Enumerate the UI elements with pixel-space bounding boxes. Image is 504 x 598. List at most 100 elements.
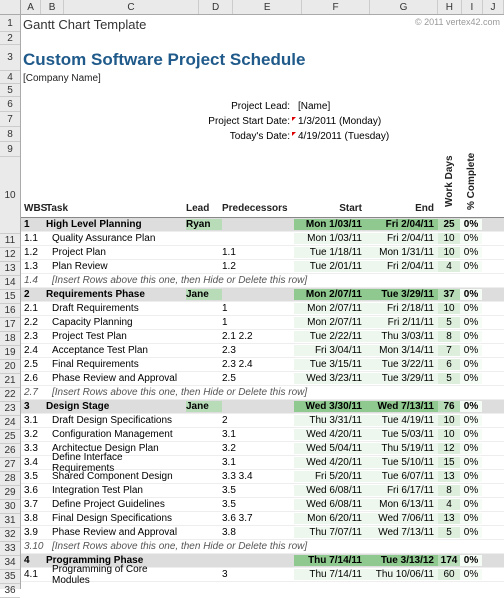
row-30[interactable]: 30 bbox=[0, 500, 20, 514]
col-E[interactable]: E bbox=[233, 0, 302, 14]
cell-pct[interactable]: 0% bbox=[460, 555, 482, 566]
cell-start[interactable]: Mon 2/07/11 bbox=[294, 317, 366, 328]
cell-task[interactable]: Shared Component Design bbox=[46, 471, 186, 482]
hdr-task[interactable]: Task bbox=[46, 203, 186, 217]
cell-task[interactable]: Define Project Guidelines bbox=[46, 499, 186, 510]
cell-end[interactable]: Thu 3/03/11 bbox=[366, 331, 438, 342]
cell-end[interactable]: Tue 3/13/12 bbox=[366, 555, 438, 566]
col-H[interactable]: H bbox=[438, 0, 462, 14]
cell-pct[interactable]: 0% bbox=[460, 289, 482, 300]
table-row[interactable]: 1.4[Insert Rows above this one, then Hid… bbox=[21, 274, 504, 288]
cell-wbs[interactable]: 2.5 bbox=[21, 359, 46, 370]
cell-days[interactable]: 5 bbox=[438, 317, 460, 328]
cell-wbs[interactable]: 1.4 bbox=[21, 275, 46, 286]
cell-predecessors[interactable]: 3.5 bbox=[222, 485, 294, 496]
cell-start[interactable]: Mon 2/07/11 bbox=[294, 289, 366, 300]
cell-task[interactable]: Draft Design Specifications bbox=[46, 415, 186, 426]
cell-start[interactable]: Tue 1/18/11 bbox=[294, 247, 366, 258]
table-row[interactable]: 3.8Final Design Specifications3.6 3.7Mon… bbox=[21, 512, 504, 526]
table-row[interactable]: 3.4Define Interface Requirements3.1Wed 4… bbox=[21, 456, 504, 470]
cell-days[interactable]: 13 bbox=[438, 471, 460, 482]
cell-predecessors[interactable]: 1 bbox=[222, 303, 294, 314]
row-34[interactable]: 34 bbox=[0, 556, 20, 570]
cell-predecessors[interactable]: 3.6 3.7 bbox=[222, 513, 294, 524]
cell-predecessors[interactable]: 2.5 bbox=[222, 373, 294, 384]
start-date-value[interactable]: 1/3/2011 (Monday) bbox=[294, 116, 381, 127]
cell-days[interactable]: 37 bbox=[438, 289, 460, 300]
cell-end[interactable]: Thu 10/06/11 bbox=[366, 569, 438, 580]
cell-end[interactable]: Fri 6/17/11 bbox=[366, 485, 438, 496]
table-row[interactable]: 1High Level PlanningRyanMon 1/03/11Fri 2… bbox=[21, 218, 504, 232]
cell-start[interactable]: Mon 1/03/11 bbox=[294, 233, 366, 244]
cell-wbs[interactable]: 2.2 bbox=[21, 317, 46, 328]
row-13[interactable]: 13 bbox=[0, 262, 20, 276]
cell-predecessors[interactable]: 3 bbox=[222, 569, 294, 580]
row-17[interactable]: 17 bbox=[0, 318, 20, 332]
row-15[interactable]: 15 bbox=[0, 290, 20, 304]
cell-pct[interactable]: 0% bbox=[460, 317, 482, 328]
table-row[interactable]: 1.3Plan Review1.2Tue 2/01/11Fri 2/04/114… bbox=[21, 260, 504, 274]
cell-end[interactable]: Mon 6/13/11 bbox=[366, 499, 438, 510]
cell-predecessors[interactable]: 3.5 bbox=[222, 499, 294, 510]
cell-task[interactable]: Final Design Specifications bbox=[46, 513, 186, 524]
hdr-work-days[interactable]: Work Days bbox=[438, 151, 460, 217]
hdr-end[interactable]: End bbox=[366, 203, 438, 217]
table-row[interactable]: 1.1Quality Assurance PlanMon 1/03/11Fri … bbox=[21, 232, 504, 246]
cell-start[interactable]: Fri 3/04/11 bbox=[294, 345, 366, 356]
row-26[interactable]: 26 bbox=[0, 444, 20, 458]
col-B[interactable]: B bbox=[41, 0, 64, 14]
row-9[interactable]: 9 bbox=[0, 142, 20, 157]
cell-start[interactable]: Wed 6/08/11 bbox=[294, 499, 366, 510]
cell-pct[interactable]: 0% bbox=[460, 331, 482, 342]
table-row[interactable]: 2Requirements PhaseJaneMon 2/07/11Tue 3/… bbox=[21, 288, 504, 302]
cell-end[interactable]: Fri 2/18/11 bbox=[366, 303, 438, 314]
cell-wbs[interactable]: 3 bbox=[21, 401, 46, 412]
row-11[interactable]: 11 bbox=[0, 234, 20, 248]
table-row[interactable]: 2.3Project Test Plan2.1 2.2Tue 2/22/11Th… bbox=[21, 330, 504, 344]
cell-start[interactable]: Tue 2/01/11 bbox=[294, 261, 366, 272]
cell-days[interactable]: 10 bbox=[438, 233, 460, 244]
row-28[interactable]: 28 bbox=[0, 472, 20, 486]
cell-predecessors[interactable]: 2 bbox=[222, 415, 294, 426]
cell-predecessors[interactable]: 3.2 bbox=[222, 443, 294, 454]
cell-days[interactable]: 7 bbox=[438, 345, 460, 356]
cell-wbs[interactable]: 1.3 bbox=[21, 261, 46, 272]
cell-days[interactable]: 12 bbox=[438, 443, 460, 454]
row-21[interactable]: 21 bbox=[0, 374, 20, 388]
cell-days[interactable]: 174 bbox=[438, 555, 460, 566]
cell-start[interactable]: Thu 3/31/11 bbox=[294, 415, 366, 426]
cell-days[interactable]: 4 bbox=[438, 499, 460, 510]
cell-task[interactable]: Project Test Plan bbox=[46, 331, 186, 342]
cell-start[interactable]: Wed 4/20/11 bbox=[294, 429, 366, 440]
hdr-pct-complete[interactable]: % Complete bbox=[460, 151, 482, 217]
cell-end[interactable]: Tue 3/22/11 bbox=[366, 359, 438, 370]
cell-days[interactable]: 10 bbox=[438, 303, 460, 314]
cell-pct[interactable]: 0% bbox=[460, 261, 482, 272]
col-A[interactable]: A bbox=[21, 0, 41, 14]
cell-wbs[interactable]: 3.8 bbox=[21, 513, 46, 524]
cell-predecessors[interactable]: 1.2 bbox=[222, 261, 294, 272]
cell-predecessors[interactable]: 3.8 bbox=[222, 527, 294, 538]
cell-task[interactable]: Acceptance Test Plan bbox=[46, 345, 186, 356]
cell-end[interactable]: Fri 2/04/11 bbox=[366, 233, 438, 244]
col-I[interactable]: I bbox=[462, 0, 483, 14]
cell-start[interactable]: Wed 3/23/11 bbox=[294, 373, 366, 384]
cell-pct[interactable]: 0% bbox=[460, 373, 482, 384]
cell-days[interactable]: 76 bbox=[438, 401, 460, 412]
cell-days[interactable]: 10 bbox=[438, 415, 460, 426]
hdr-start[interactable]: Start bbox=[294, 203, 366, 217]
cell-predecessors[interactable]: 2.3 bbox=[222, 345, 294, 356]
cell-wbs[interactable]: 3.1 bbox=[21, 415, 46, 426]
cell-start[interactable]: Mon 2/07/11 bbox=[294, 303, 366, 314]
col-F[interactable]: F bbox=[302, 0, 370, 14]
table-row[interactable]: 2.1Draft Requirements1Mon 2/07/11Fri 2/1… bbox=[21, 302, 504, 316]
cell-predecessors[interactable]: 2.1 2.2 bbox=[222, 331, 294, 342]
table-row[interactable]: 2.2Capacity Planning1Mon 2/07/11Fri 2/11… bbox=[21, 316, 504, 330]
cell-task[interactable]: Project Plan bbox=[46, 247, 186, 258]
cell-task[interactable]: Design Stage bbox=[46, 401, 186, 412]
cell-task[interactable]: [Insert Rows above this one, then Hide o… bbox=[46, 387, 504, 398]
cell-task[interactable]: Capacity Planning bbox=[46, 317, 186, 328]
row-22[interactable]: 22 bbox=[0, 388, 20, 402]
cell-start[interactable]: Thu 7/07/11 bbox=[294, 527, 366, 538]
cell-wbs[interactable]: 2.3 bbox=[21, 331, 46, 342]
